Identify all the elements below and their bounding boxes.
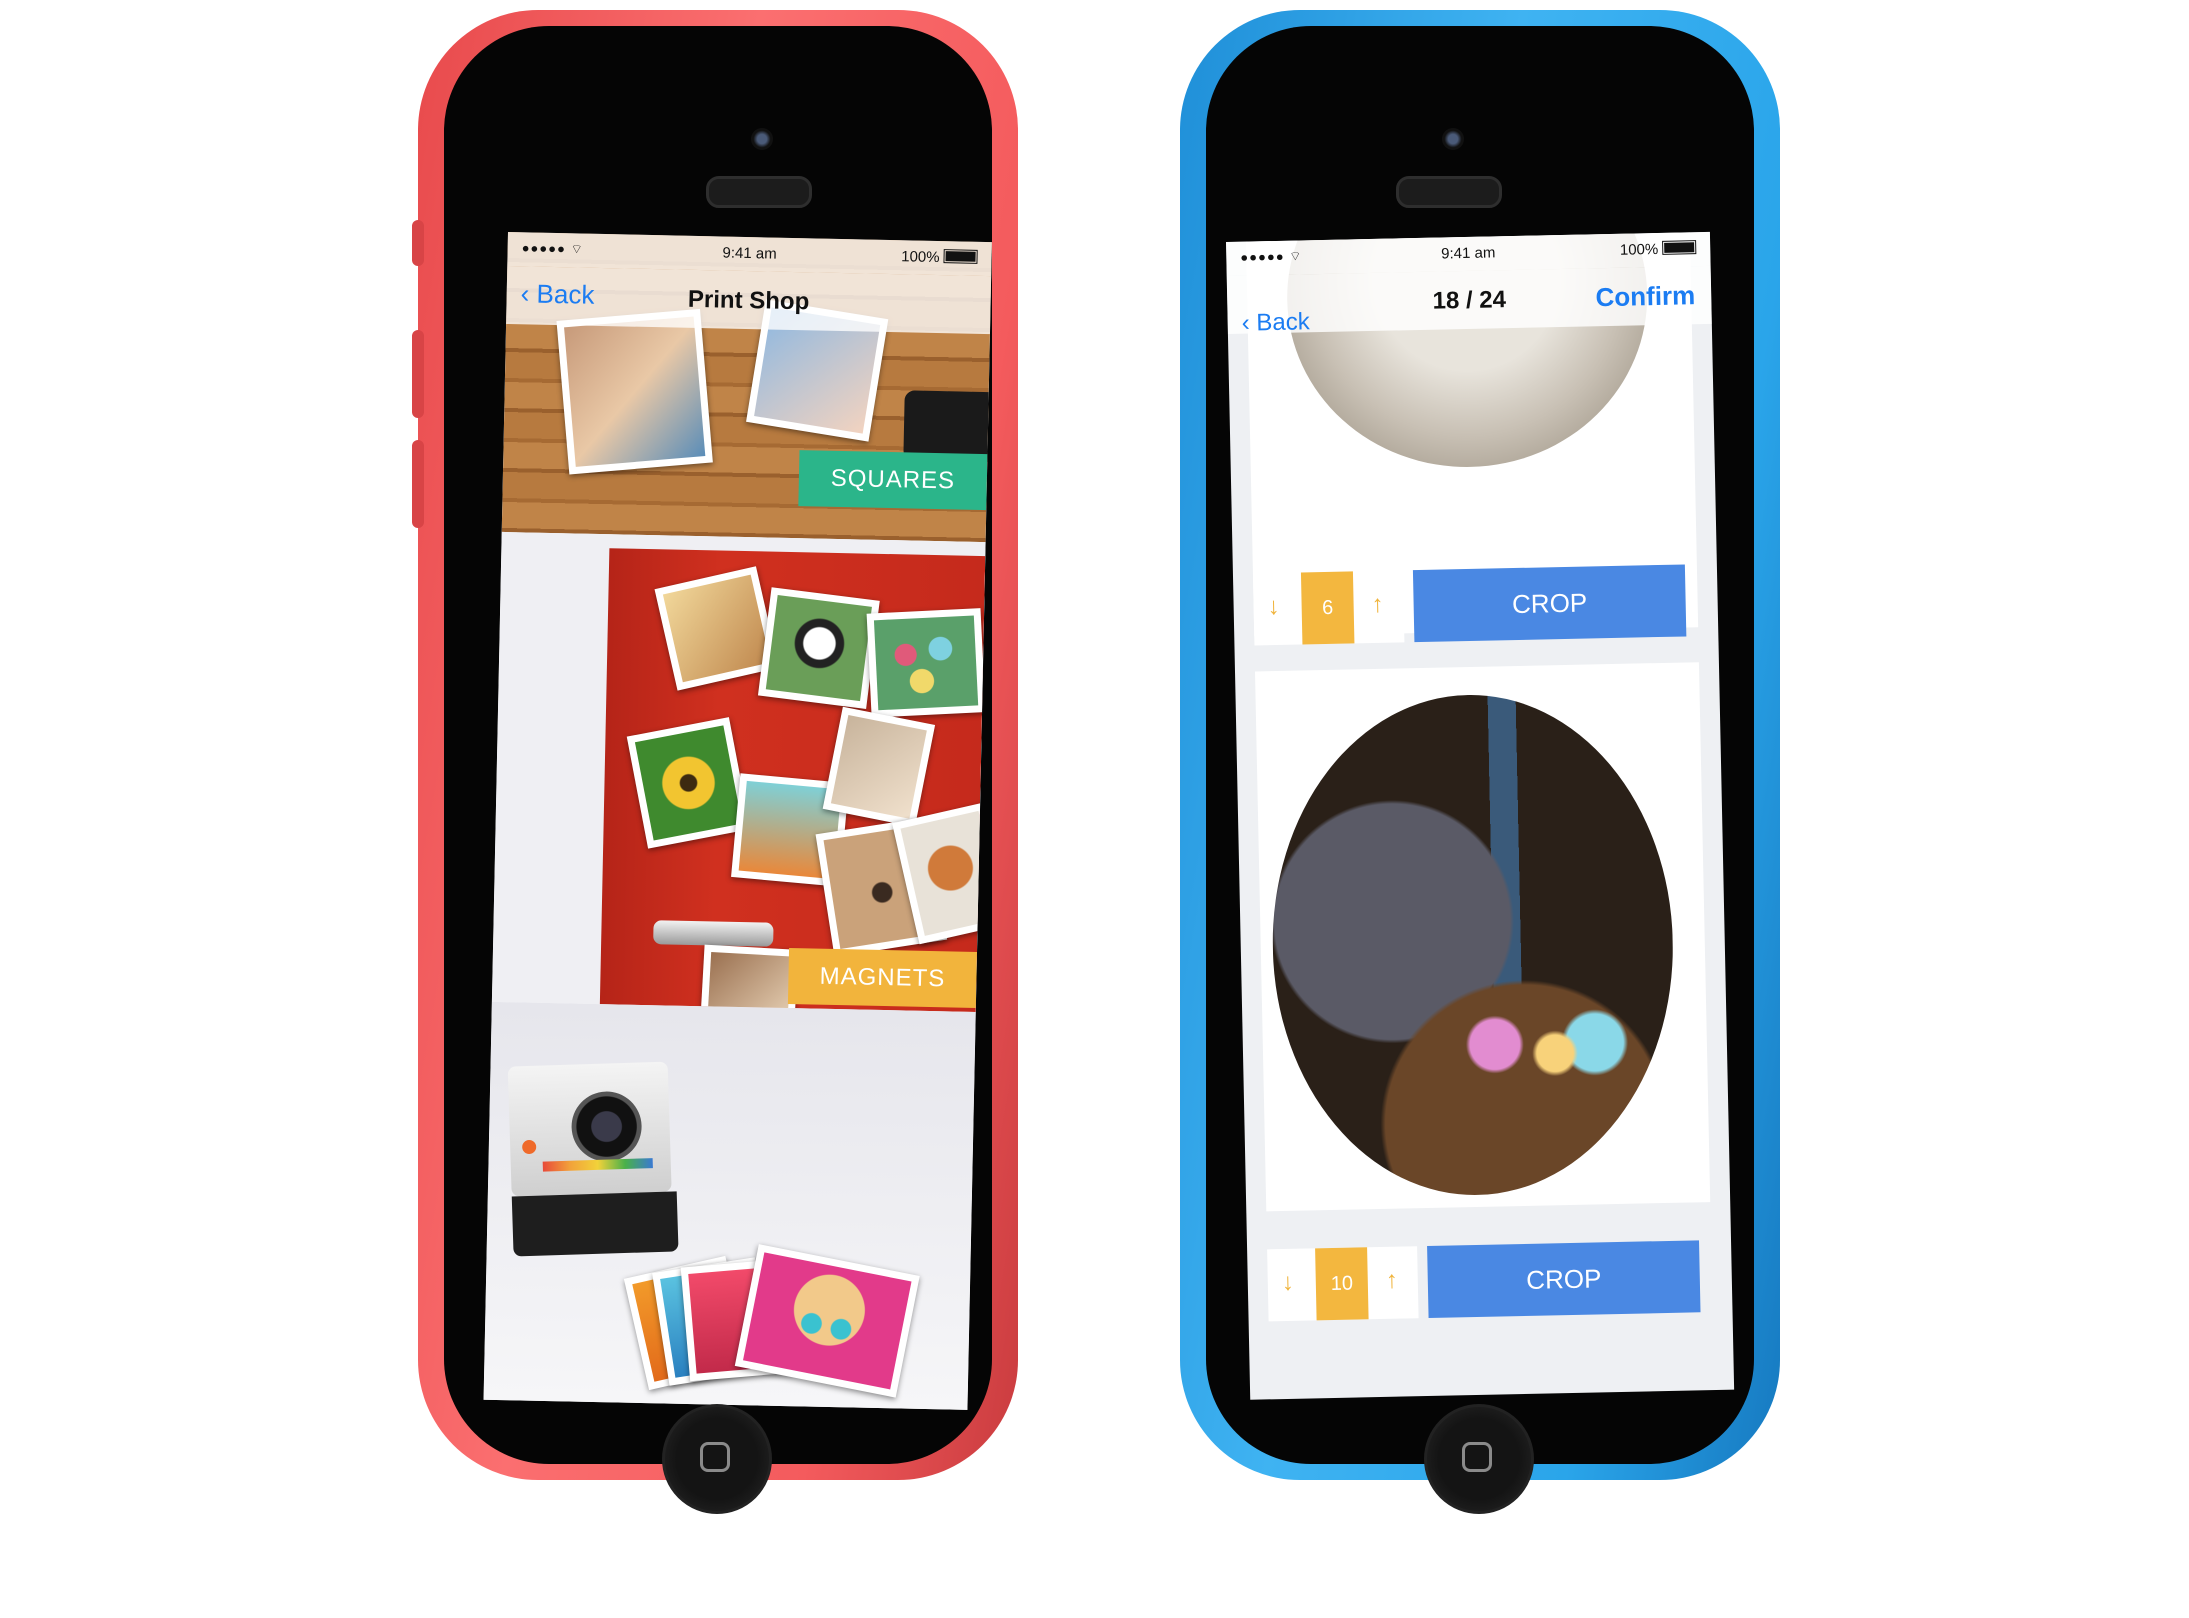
magnets-label: MAGNETS (787, 948, 978, 1008)
magnets-panel[interactable]: MAGNETS (491, 531, 986, 1012)
earpiece-speaker (1396, 176, 1502, 208)
front-camera (751, 128, 773, 150)
quantity-value: 6 (1300, 571, 1355, 645)
photo-magnet (757, 587, 880, 710)
ringer-switch[interactable] (412, 220, 424, 266)
battery-icon (1662, 240, 1697, 255)
photo-magnet (866, 608, 986, 718)
cropped-photo-cat (1267, 690, 1678, 1200)
nav-bar: ‹ Back Print Shop (506, 265, 992, 335)
left-screen: SQUARES MAGNETS ●●●●● ⌔ 9:41 am 100% ‹ B… (483, 232, 992, 1410)
photo-card (1255, 662, 1711, 1212)
squares-label: SQUARES (798, 450, 988, 511)
increase-quantity-button[interactable]: ↑ (1357, 590, 1398, 619)
right-screen: ↓ 6 ↑ CROP ↓ 10 ↑ CROP ●●●●● ⌔ 9:41 am 1… (1226, 231, 1735, 1400)
volume-up-button[interactable] (412, 330, 424, 418)
quantity-value: 10 (1315, 1247, 1369, 1321)
fridge-handle-image (653, 920, 774, 947)
home-button[interactable] (1424, 1404, 1534, 1514)
page-title: Print Shop (687, 285, 810, 316)
increase-quantity-button[interactable]: ↑ (1372, 1266, 1413, 1295)
left-phone: SQUARES MAGNETS ●●●●● ⌔ 9:41 am 100% ‹ B… (412, 10, 1018, 1514)
home-square-icon (1462, 1442, 1492, 1472)
photo-print (556, 308, 713, 475)
battery-indicator: 100% (1620, 240, 1697, 259)
decrease-quantity-button[interactable]: ↓ (1253, 593, 1294, 622)
photo-magnet (626, 717, 751, 849)
crop-button[interactable]: CROP (1427, 1240, 1701, 1318)
home-square-icon (700, 1442, 730, 1472)
confirm-button[interactable]: Confirm (1595, 280, 1695, 313)
volume-down-button[interactable] (412, 440, 424, 528)
earpiece-speaker (706, 176, 812, 208)
front-camera (1442, 128, 1464, 150)
quantity-stepper[interactable]: ↓ 10 ↑ (1267, 1246, 1419, 1322)
instant-camera-image (507, 1061, 679, 1257)
battery-icon (943, 249, 978, 264)
nav-bar: ‹ Back 18 / 24 Confirm (1226, 265, 1712, 337)
polaroid-panel[interactable] (483, 1001, 976, 1410)
crop-button[interactable]: CROP (1412, 564, 1687, 643)
home-button[interactable] (662, 1404, 772, 1514)
decrease-quantity-button[interactable]: ↓ (1268, 1269, 1309, 1298)
photo-magnet (699, 944, 799, 1012)
right-phone: ↓ 6 ↑ CROP ↓ 10 ↑ CROP ●●●●● ⌔ 9:41 am 1… (1180, 10, 1780, 1514)
quantity-stepper[interactable]: ↓ 6 ↑ (1252, 570, 1405, 646)
photo-magnet (822, 706, 936, 828)
battery-indicator: 100% (901, 248, 978, 267)
